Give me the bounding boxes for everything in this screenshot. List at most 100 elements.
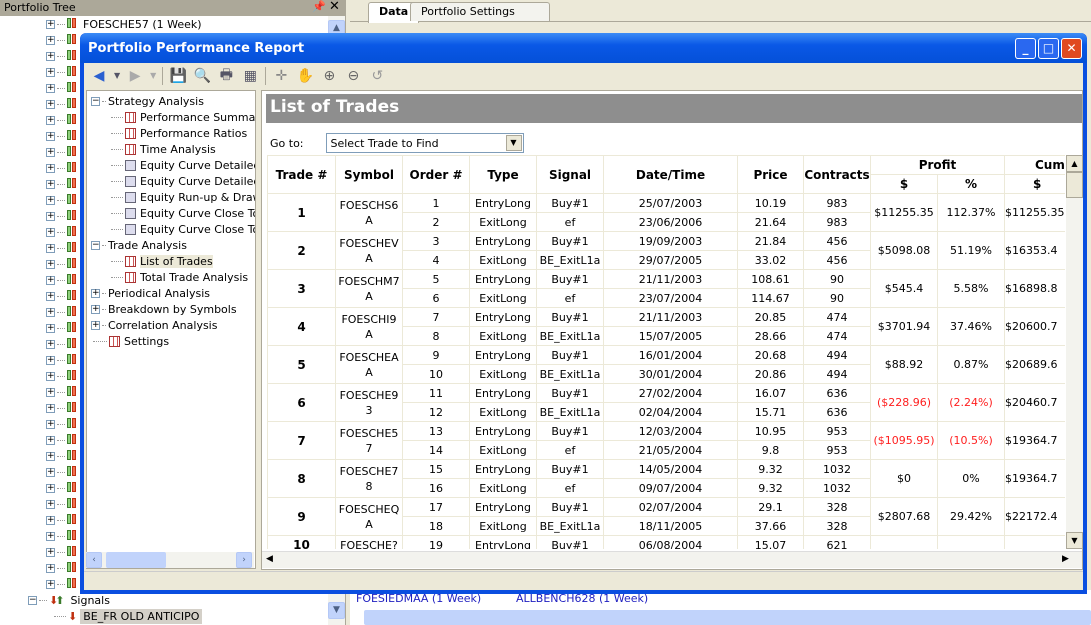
tab-portfolio-settings[interactable]: Portfolio Settings (410, 2, 550, 21)
expand-icon[interactable]: + (46, 419, 55, 429)
expand-icon[interactable]: + (46, 547, 55, 557)
table-horizontal-scrollbar[interactable]: ◀ ▶ (262, 551, 1082, 568)
tree-item[interactable]: + (46, 448, 77, 464)
save-icon[interactable]: 💾 (169, 68, 187, 84)
scroll-down-button[interactable]: ▼ (328, 602, 345, 619)
nav-item[interactable]: + Correlation Analysis (91, 317, 217, 333)
expand-icon[interactable]: + (46, 483, 55, 493)
nav-item[interactable]: − Trade Analysis (91, 237, 187, 253)
nav-horizontal-scrollbar[interactable]: ‹ › (86, 552, 254, 568)
expand-icon[interactable]: + (46, 307, 55, 317)
nav-item[interactable]: Total Trade Analysis (109, 269, 248, 285)
expand-icon[interactable]: + (91, 288, 100, 298)
expand-icon[interactable]: + (46, 291, 55, 301)
header-datetime[interactable]: Date/Time (603, 155, 738, 194)
table-icon[interactable]: ▦ (241, 68, 259, 84)
scroll-thumb[interactable] (106, 552, 166, 568)
expand-icon[interactable]: + (46, 51, 55, 61)
nav-item[interactable]: Equity Curve Close To C (109, 221, 255, 237)
tree-item[interactable]: + (46, 80, 77, 96)
nav-item[interactable]: Equity Run-up & Drawdo (109, 189, 255, 205)
tree-item[interactable]: + (46, 32, 77, 48)
expand-icon[interactable]: + (46, 147, 55, 157)
zoom-in-icon[interactable]: ⊕ (320, 68, 338, 84)
pin-icon[interactable]: 📌 (312, 0, 326, 13)
tree-item[interactable]: + (46, 256, 77, 272)
table-row[interactable]: 4 FOESCHI9A 7 EntryLong Buy#1 21/11/2003 20.85… (267, 307, 1065, 346)
expand-icon[interactable]: + (46, 435, 55, 445)
tree-item[interactable]: + (46, 528, 77, 544)
hand-icon[interactable]: ✋ (296, 68, 314, 84)
expand-icon[interactable]: + (46, 499, 55, 509)
expand-icon[interactable]: + (46, 403, 55, 413)
expand-icon[interactable]: + (46, 211, 55, 221)
expand-icon[interactable]: + (46, 323, 55, 333)
tree-item[interactable]: + (46, 320, 77, 336)
table-row[interactable]: 9 FOESCHEQA 17 EntryLong Buy#1 02/07/2004 29.1… (267, 497, 1065, 536)
forward-dropdown-icon[interactable]: ▼ (150, 71, 156, 80)
table-row[interactable]: 10 FOESCHE? 19 EntryLong Buy#1 06/08/2004 15.0… (267, 535, 1065, 549)
close-button[interactable]: ✕ (1061, 38, 1082, 59)
expand-icon[interactable]: + (46, 259, 55, 269)
expand-icon[interactable]: + (46, 179, 55, 189)
tree-item[interactable]: + (46, 432, 77, 448)
horizontal-scrollbar[interactable] (364, 610, 1091, 625)
tree-item[interactable]: + (46, 192, 77, 208)
expand-icon[interactable]: + (91, 304, 100, 314)
header-signal[interactable]: Signal (536, 155, 604, 194)
tree-item[interactable]: + (46, 496, 77, 512)
collapse-icon[interactable]: − (91, 96, 100, 106)
expand-icon[interactable]: + (46, 19, 55, 29)
collapse-icon[interactable]: − (28, 595, 37, 605)
tree-item[interactable]: + (46, 144, 77, 160)
expand-icon[interactable]: + (46, 339, 55, 349)
nav-item[interactable]: List of Trades (109, 253, 213, 269)
back-icon[interactable]: ◀ (90, 68, 108, 84)
reset-icon[interactable]: ↺ (368, 68, 386, 84)
collapse-icon[interactable]: − (91, 240, 100, 250)
nav-item[interactable]: Equity Curve Detailed (109, 157, 255, 173)
tree-item[interactable]: + (46, 560, 77, 576)
tree-item[interactable]: + (46, 480, 77, 496)
expand-icon[interactable]: + (46, 131, 55, 141)
tree-item[interactable]: + (46, 384, 77, 400)
expand-icon[interactable]: + (46, 467, 55, 477)
expand-icon[interactable]: + (46, 579, 55, 589)
chevron-down-icon[interactable]: ▼ (505, 135, 522, 151)
crosshair-icon[interactable]: ✛ (272, 68, 290, 84)
tree-item[interactable]: + (46, 368, 77, 384)
zoom-out-icon[interactable]: ⊖ (344, 68, 362, 84)
expand-icon[interactable]: + (46, 243, 55, 253)
goto-trade-select[interactable]: Select Trade to Find ▼ (325, 133, 524, 153)
tree-item[interactable]: + (46, 416, 77, 432)
tree-item[interactable]: + (46, 160, 77, 176)
scroll-down-button[interactable]: ▼ (1066, 532, 1083, 549)
tree-item[interactable]: + (46, 512, 77, 528)
nav-item[interactable]: + Breakdown by Symbols (91, 301, 237, 317)
forward-icon[interactable]: ▶ (126, 68, 144, 84)
expand-icon[interactable]: + (46, 83, 55, 93)
header-symbol[interactable]: Symbol (335, 155, 403, 194)
nav-item[interactable]: + Periodical Analysis (91, 285, 210, 301)
expand-icon[interactable]: + (46, 67, 55, 77)
tree-item[interactable]: + (46, 240, 77, 256)
header-price[interactable]: Price (737, 155, 804, 194)
expand-icon[interactable]: + (46, 515, 55, 525)
minimize-button[interactable]: _ (1015, 38, 1036, 59)
expand-icon[interactable]: + (46, 35, 55, 45)
tree-item[interactable]: + (46, 112, 77, 128)
header-contracts[interactable]: Contracts (803, 155, 871, 194)
nav-item[interactable]: − Strategy Analysis (91, 93, 204, 109)
tree-item[interactable]: + (46, 96, 77, 112)
nav-item[interactable]: Time Analysis (109, 141, 216, 157)
tree-item-signal[interactable]: ⬇ BE_FR OLD ANTICIPO (52, 608, 203, 624)
tree-item-signals[interactable]: − ⬇ ⬆ Signals (28, 592, 110, 608)
maximize-button[interactable]: □ (1038, 38, 1059, 59)
expand-icon[interactable]: + (46, 355, 55, 365)
tree-item[interactable]: + FOESCHE57 (1 Week) (46, 16, 202, 32)
scroll-right-button[interactable]: › (236, 552, 252, 568)
expand-icon[interactable]: + (46, 115, 55, 125)
print-icon[interactable]: 🖶 (217, 64, 235, 88)
expand-icon[interactable]: + (46, 163, 55, 173)
tree-item[interactable]: + (46, 352, 77, 368)
